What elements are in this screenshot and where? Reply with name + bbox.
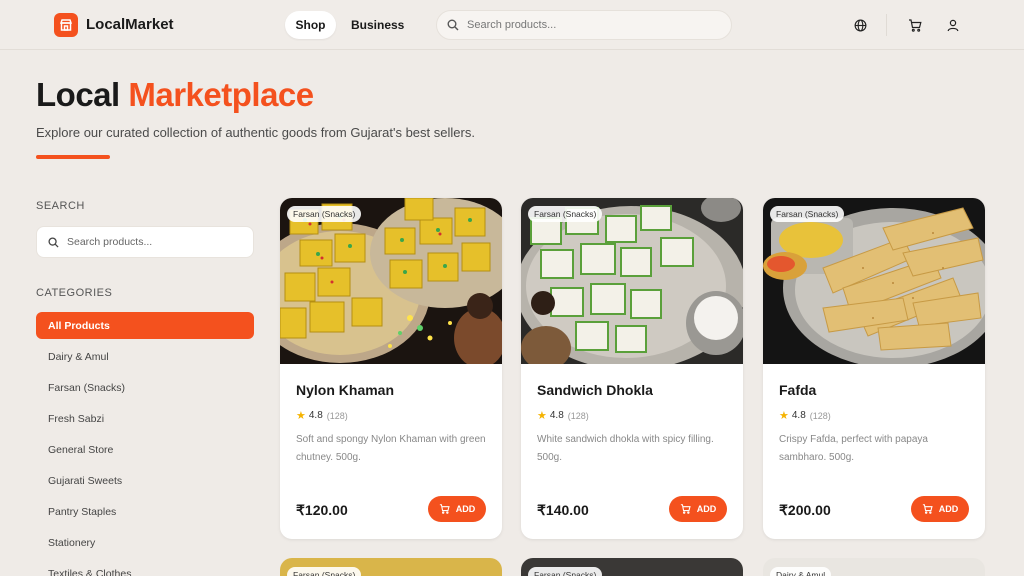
rating-value: 4.8 (308, 410, 323, 421)
category-farsan-snacks[interactable]: Farsan (Snacks) (36, 374, 254, 401)
title-underline (36, 155, 110, 159)
star-icon: ★ (296, 410, 306, 422)
category-dairy-amul[interactable]: Dairy & Amul (36, 343, 254, 370)
search-icon (447, 19, 459, 31)
category-tag: Farsan (Snacks) (287, 567, 362, 576)
sidebar-search-input[interactable] (67, 236, 247, 248)
add-to-cart-button[interactable]: ADD (669, 496, 727, 522)
header-search-input[interactable] (467, 19, 707, 31)
add-to-cart-button[interactable]: ADD (428, 496, 486, 522)
category-textiles-clothes[interactable]: Textiles & Clothes (36, 560, 254, 576)
cart-icon[interactable] (907, 17, 923, 33)
category-tag: Dairy & Amul (770, 567, 832, 576)
header-search-bar[interactable] (436, 10, 732, 40)
page-title: Local Marketplace (36, 76, 314, 114)
review-count: (128) (326, 410, 348, 421)
product-card[interactable]: Dairy & Amul (763, 558, 985, 576)
product-card[interactable]: Farsan (Snacks) Nylon Khaman ★ 4.8 (128)… (280, 198, 502, 539)
product-card[interactable]: Farsan (Snacks) Sandwich Dhokla ★ 4.8 (1… (521, 198, 743, 539)
nav-business-tab[interactable]: Business (344, 11, 411, 39)
page-title-word-2: Marketplace (128, 76, 314, 113)
star-icon: ★ (779, 410, 789, 422)
product-rating: ★ 4.8 (128) (537, 409, 589, 422)
add-button-label: ADD (696, 504, 717, 514)
product-name[interactable]: Sandwich Dhokla (537, 382, 653, 398)
category-tag: Farsan (Snacks) (287, 206, 362, 222)
review-count: (128) (567, 410, 589, 421)
category-tag: Farsan (Snacks) (528, 206, 603, 222)
nav-shop-tab[interactable]: Shop (285, 11, 336, 39)
product-rating: ★ 4.8 (128) (779, 409, 831, 422)
search-heading: SEARCH (36, 200, 85, 212)
product-price: ₹140.00 (537, 502, 589, 518)
rating-value: 4.8 (549, 410, 564, 421)
product-price: ₹120.00 (296, 502, 348, 518)
product-card[interactable]: Farsan (Snacks) Fafda ★ 4.8 (128) Crispy… (763, 198, 985, 539)
product-name[interactable]: Fafda (779, 382, 816, 398)
category-general-store[interactable]: General Store (36, 436, 254, 463)
category-pantry-staples[interactable]: Pantry Staples (36, 498, 254, 525)
cart-icon (922, 504, 933, 514)
product-description: Crispy Fafda, perfect with papaya sambha… (779, 434, 928, 463)
globe-icon[interactable] (852, 17, 868, 33)
app-name[interactable]: LocalMarket (86, 16, 174, 33)
product-rating: ★ 4.8 (128) (296, 409, 348, 422)
top-header: LocalMarket Shop Business (0, 0, 1024, 50)
cart-icon (680, 504, 691, 514)
product-card[interactable]: Farsan (Snacks) (521, 558, 743, 576)
star-icon: ★ (537, 410, 547, 422)
page-subtitle: Explore our curated collection of authen… (36, 125, 475, 140)
product-card[interactable]: Farsan (Snacks) (280, 558, 502, 576)
store-logo-icon[interactable] (54, 13, 78, 37)
categories-heading: CATEGORIES (36, 287, 113, 299)
product-image[interactable]: Farsan (Snacks) (521, 198, 743, 364)
sidebar-search-box[interactable] (36, 226, 254, 258)
product-description: White sandwich dhokla with spicy filling… (537, 434, 714, 463)
category-fresh-sabzi[interactable]: Fresh Sabzi (36, 405, 254, 432)
header-divider (886, 14, 887, 36)
add-button-label: ADD (455, 504, 476, 514)
category-tag: Farsan (Snacks) (528, 567, 603, 576)
page-title-word-1: Local (36, 76, 120, 113)
category-gujarati-sweets[interactable]: Gujarati Sweets (36, 467, 254, 494)
category-stationery[interactable]: Stationery (36, 529, 254, 556)
product-image[interactable]: Farsan (Snacks) (280, 198, 502, 364)
product-description: Soft and spongy Nylon Khaman with green … (296, 434, 486, 463)
product-name[interactable]: Nylon Khaman (296, 382, 394, 398)
product-price: ₹200.00 (779, 502, 831, 518)
product-image[interactable]: Farsan (Snacks) (763, 198, 985, 364)
user-icon[interactable] (945, 17, 961, 33)
add-button-label: ADD (938, 504, 959, 514)
search-icon (48, 236, 59, 248)
category-tag: Farsan (Snacks) (770, 206, 845, 222)
review-count: (128) (809, 410, 831, 421)
category-all-products[interactable]: All Products (36, 312, 254, 339)
rating-value: 4.8 (791, 410, 806, 421)
add-to-cart-button[interactable]: ADD (911, 496, 969, 522)
cart-icon (439, 504, 450, 514)
